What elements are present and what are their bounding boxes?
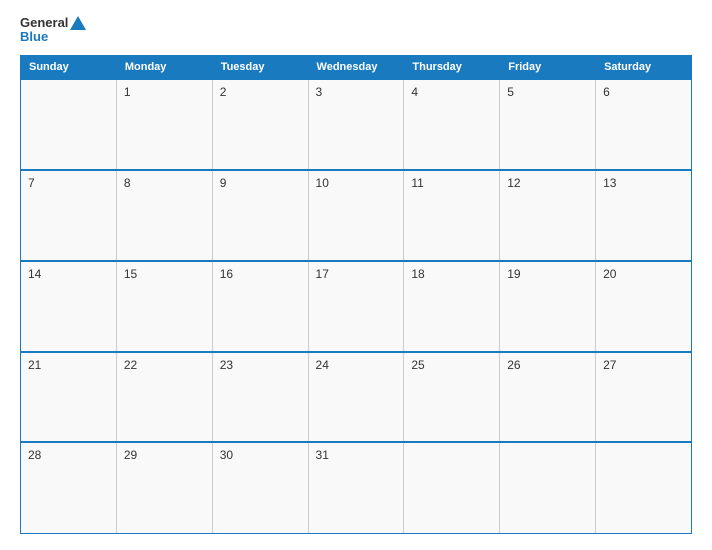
calendar-day-14: 14 bbox=[21, 261, 117, 352]
day-header-friday: Friday bbox=[500, 55, 596, 79]
calendar-day-19: 19 bbox=[500, 261, 596, 352]
calendar-week-row: 14 15 16 17 18 19 20 bbox=[21, 261, 692, 352]
calendar-day-8: 8 bbox=[116, 170, 212, 261]
day-number: 16 bbox=[220, 267, 233, 281]
calendar-day-31: 31 bbox=[308, 442, 404, 533]
day-number: 27 bbox=[603, 358, 616, 372]
calendar-day-4: 4 bbox=[404, 79, 500, 170]
day-number: 11 bbox=[411, 176, 423, 190]
day-number: 30 bbox=[220, 448, 233, 462]
calendar-day-21: 21 bbox=[21, 352, 117, 443]
calendar-day-empty bbox=[21, 79, 117, 170]
calendar-body: 1234567891011121314151617181920212223242… bbox=[21, 79, 692, 534]
calendar-day-13: 13 bbox=[596, 170, 692, 261]
day-number: 6 bbox=[603, 85, 610, 99]
day-number: 31 bbox=[316, 448, 329, 462]
day-number: 13 bbox=[603, 176, 616, 190]
calendar-day-empty bbox=[500, 442, 596, 533]
calendar-day-20: 20 bbox=[596, 261, 692, 352]
day-number: 20 bbox=[603, 267, 616, 281]
calendar-week-row: 28 29 30 31 bbox=[21, 442, 692, 533]
calendar-table: SundayMondayTuesdayWednesdayThursdayFrid… bbox=[20, 55, 692, 534]
logo: General Blue bbox=[20, 16, 86, 45]
calendar-day-15: 15 bbox=[116, 261, 212, 352]
day-number: 21 bbox=[28, 358, 41, 372]
calendar-header: General Blue bbox=[20, 16, 692, 45]
logo-text-blue: Blue bbox=[20, 30, 48, 44]
day-number: 10 bbox=[316, 176, 329, 190]
day-header-thursday: Thursday bbox=[404, 55, 500, 79]
day-number: 15 bbox=[124, 267, 137, 281]
calendar-day-22: 22 bbox=[116, 352, 212, 443]
calendar-day-16: 16 bbox=[212, 261, 308, 352]
day-number: 3 bbox=[316, 85, 323, 99]
calendar-day-28: 28 bbox=[21, 442, 117, 533]
day-header-tuesday: Tuesday bbox=[212, 55, 308, 79]
calendar-day-29: 29 bbox=[116, 442, 212, 533]
day-number: 2 bbox=[220, 85, 227, 99]
calendar-day-30: 30 bbox=[212, 442, 308, 533]
day-number: 19 bbox=[507, 267, 520, 281]
calendar-day-2: 2 bbox=[212, 79, 308, 170]
day-header-saturday: Saturday bbox=[596, 55, 692, 79]
day-number: 7 bbox=[28, 176, 35, 190]
calendar-week-row: 7 8 9 10 11 12 13 bbox=[21, 170, 692, 261]
calendar-day-25: 25 bbox=[404, 352, 500, 443]
day-number: 1 bbox=[124, 85, 131, 99]
calendar-day-9: 9 bbox=[212, 170, 308, 261]
days-header-row: SundayMondayTuesdayWednesdayThursdayFrid… bbox=[21, 55, 692, 79]
calendar-day-26: 26 bbox=[500, 352, 596, 443]
day-header-monday: Monday bbox=[116, 55, 212, 79]
calendar-day-3: 3 bbox=[308, 79, 404, 170]
calendar-day-empty bbox=[404, 442, 500, 533]
day-number: 12 bbox=[507, 176, 520, 190]
logo-text-general: General bbox=[20, 16, 68, 30]
calendar-day-12: 12 bbox=[500, 170, 596, 261]
calendar-day-10: 10 bbox=[308, 170, 404, 261]
day-number: 24 bbox=[316, 358, 329, 372]
calendar-day-7: 7 bbox=[21, 170, 117, 261]
day-number: 8 bbox=[124, 176, 131, 190]
logo-triangle-icon bbox=[70, 16, 86, 30]
day-number: 17 bbox=[316, 267, 329, 281]
day-number: 4 bbox=[411, 85, 418, 99]
day-header-sunday: Sunday bbox=[21, 55, 117, 79]
calendar-day-1: 1 bbox=[116, 79, 212, 170]
day-number: 9 bbox=[220, 176, 227, 190]
calendar-day-23: 23 bbox=[212, 352, 308, 443]
day-number: 25 bbox=[411, 358, 424, 372]
calendar-day-6: 6 bbox=[596, 79, 692, 170]
calendar-week-row: 21 22 23 24 25 26 27 bbox=[21, 352, 692, 443]
day-number: 28 bbox=[28, 448, 41, 462]
calendar-day-27: 27 bbox=[596, 352, 692, 443]
calendar-day-5: 5 bbox=[500, 79, 596, 170]
day-number: 26 bbox=[507, 358, 520, 372]
day-header-wednesday: Wednesday bbox=[308, 55, 404, 79]
day-number: 5 bbox=[507, 85, 514, 99]
calendar-week-row: 1 2 3 4 5 6 bbox=[21, 79, 692, 170]
day-number: 29 bbox=[124, 448, 137, 462]
day-number: 23 bbox=[220, 358, 233, 372]
calendar-day-11: 11 bbox=[404, 170, 500, 261]
day-number: 18 bbox=[411, 267, 424, 281]
calendar-day-17: 17 bbox=[308, 261, 404, 352]
calendar-day-18: 18 bbox=[404, 261, 500, 352]
day-number: 22 bbox=[124, 358, 137, 372]
calendar-page: General Blue SundayMondayTuesdayWednesda… bbox=[0, 0, 712, 550]
calendar-day-empty bbox=[596, 442, 692, 533]
calendar-day-24: 24 bbox=[308, 352, 404, 443]
day-number: 14 bbox=[28, 267, 41, 281]
